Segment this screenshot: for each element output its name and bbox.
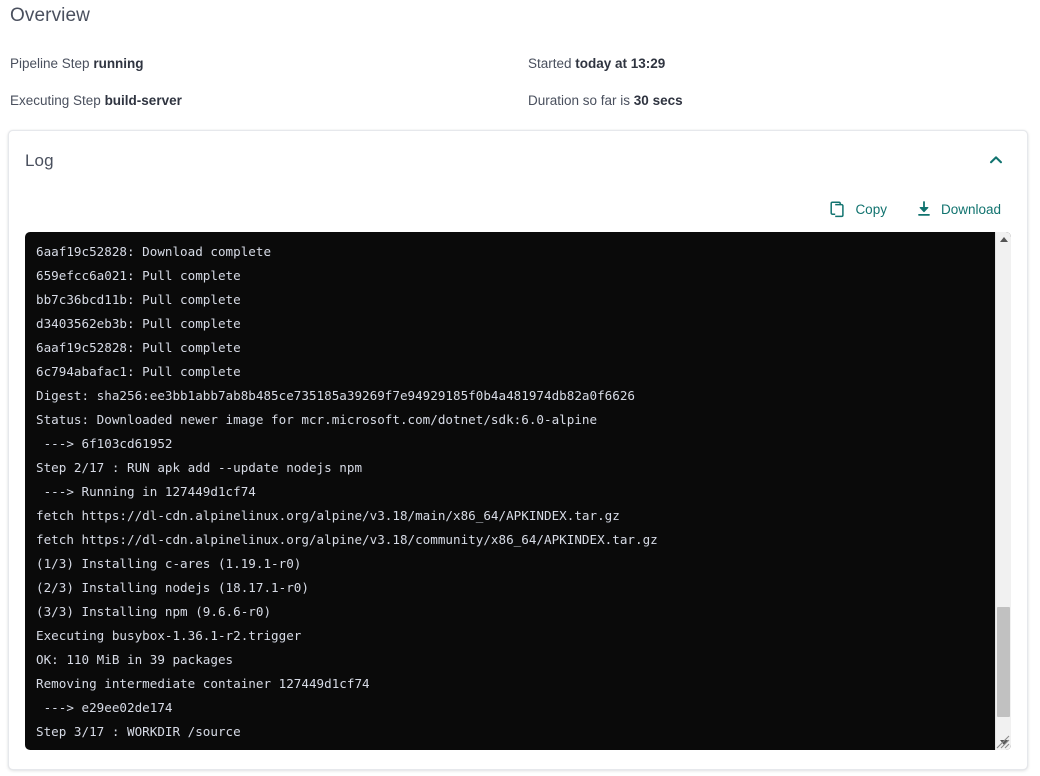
scroll-up-arrow[interactable]	[996, 232, 1011, 247]
download-button-label: Download	[941, 202, 1001, 217]
log-line: Executing busybox-1.36.1-r2.trigger	[36, 624, 1003, 648]
meta-started-label: Started	[528, 56, 575, 71]
log-line: ---> 6f103cd61952	[36, 432, 1003, 456]
log-line: bb7c36bcd11b: Pull complete	[36, 288, 1003, 312]
log-scrollbar-thumb[interactable]	[997, 607, 1010, 717]
meta-executing-step-label: Executing Step	[10, 93, 105, 108]
overview-meta-grid: Pipeline Step running Started today at 1…	[10, 56, 1030, 109]
meta-pipeline-step: Pipeline Step running	[10, 56, 528, 72]
log-line: Removing intermediate container 127449d1…	[36, 672, 1003, 696]
download-button[interactable]: Download	[915, 200, 1001, 218]
meta-duration-label: Duration so far is	[528, 93, 634, 108]
log-console[interactable]: 6aaf19c52828: Download complete659efcc6a…	[25, 232, 1011, 750]
copy-button[interactable]: Copy	[829, 200, 887, 218]
log-actions: Copy Download	[9, 174, 1027, 218]
log-card-title: Log	[25, 151, 54, 171]
log-line: 6aaf19c52828: Pull complete	[36, 336, 1003, 360]
log-card-header: Log	[9, 131, 1027, 174]
meta-pipeline-step-value: running	[93, 56, 143, 71]
log-line: fetch https://dl-cdn.alpinelinux.org/alp…	[36, 504, 1003, 528]
log-line: 659efcc6a021: Pull complete	[36, 264, 1003, 288]
log-line: 6aaf19c52828: Download complete	[36, 240, 1003, 264]
meta-started: Started today at 13:29	[528, 56, 1030, 72]
log-line: 6c794abafac1: Pull complete	[36, 360, 1003, 384]
scroll-up-arrow-icon	[1000, 237, 1008, 242]
log-output: 6aaf19c52828: Download complete659efcc6a…	[25, 232, 1003, 750]
log-line: (1/3) Installing c-ares (1.19.1-r0)	[36, 552, 1003, 576]
meta-executing-step: Executing Step build-server	[10, 93, 528, 109]
log-card: Log Copy	[8, 130, 1028, 770]
chevron-up-icon	[988, 152, 1004, 171]
log-line: Step 3/17 : WORKDIR /source	[36, 720, 1003, 744]
log-line: Step 2/17 : RUN apk add --update nodejs …	[36, 456, 1003, 480]
log-line: OK: 110 MiB in 39 packages	[36, 648, 1003, 672]
download-icon	[915, 200, 933, 218]
log-line: Status: Downloaded newer image for mcr.m…	[36, 408, 1003, 432]
meta-duration: Duration so far is 30 secs	[528, 93, 1030, 109]
page-title: Overview	[10, 0, 1030, 27]
log-line: (3/3) Installing npm (9.6.6-r0)	[36, 600, 1003, 624]
meta-started-value: today at 13:29	[575, 56, 665, 71]
log-line: Digest: sha256:ee3bb1abb7ab8b485ce735185…	[36, 384, 1003, 408]
copy-button-label: Copy	[855, 202, 887, 217]
log-line: d3403562eb3b: Pull complete	[36, 312, 1003, 336]
overview-section: Overview Pipeline Step running Started t…	[0, 0, 1040, 109]
log-scrollbar[interactable]	[995, 232, 1011, 750]
log-line: ---> Running in 127449d1cf74	[36, 480, 1003, 504]
meta-executing-step-value: build-server	[105, 93, 182, 108]
collapse-log-button[interactable]	[983, 148, 1009, 174]
meta-pipeline-step-label: Pipeline Step	[10, 56, 93, 71]
meta-duration-value: 30 secs	[634, 93, 683, 108]
log-line: (2/3) Installing nodejs (18.17.1-r0)	[36, 576, 1003, 600]
copy-icon	[829, 200, 847, 218]
log-resize-handle[interactable]	[996, 735, 1010, 749]
log-line: ---> e29ee02de174	[36, 696, 1003, 720]
log-line: fetch https://dl-cdn.alpinelinux.org/alp…	[36, 528, 1003, 552]
